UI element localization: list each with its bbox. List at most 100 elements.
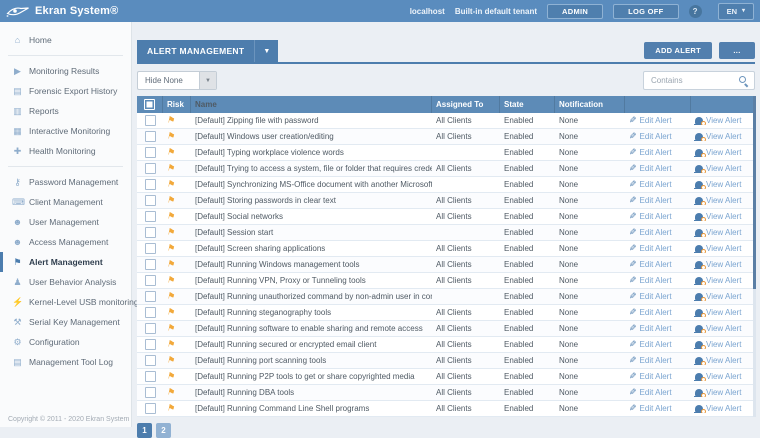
column-header-risk[interactable]: Risk: [163, 96, 191, 113]
edit-alert-link[interactable]: ✎Edit Alert: [629, 324, 687, 333]
column-header-assigned-to[interactable]: Assigned To: [432, 96, 500, 113]
view-alert-link[interactable]: View Alert: [695, 324, 751, 333]
row-checkbox[interactable]: [145, 371, 156, 382]
logoff-button[interactable]: LOG OFF: [613, 4, 678, 19]
row-checkbox[interactable]: [145, 163, 156, 174]
edit-alert-link[interactable]: ✎Edit Alert: [629, 260, 687, 269]
alert-management-tab[interactable]: ALERT MANAGEMENT ▼: [137, 40, 278, 62]
view-alert-link[interactable]: View Alert: [695, 164, 751, 173]
help-icon[interactable]: ?: [689, 5, 702, 18]
row-checkbox[interactable]: [145, 355, 156, 366]
sidebar-item-kernel-level-usb-monitoring[interactable]: ⚡Kernel-Level USB monitoring: [0, 292, 131, 312]
row-checkbox[interactable]: [145, 403, 156, 414]
row-checkbox-cell: [137, 179, 163, 190]
sidebar-item-password-management[interactable]: ⚷Password Management: [0, 172, 131, 192]
edit-alert-link[interactable]: ✎Edit Alert: [629, 212, 687, 221]
row-checkbox[interactable]: [145, 243, 156, 254]
edit-alert-link[interactable]: ✎Edit Alert: [629, 340, 687, 349]
search-input[interactable]: [649, 75, 738, 86]
sidebar-item-serial-key-management[interactable]: ⚒Serial Key Management: [0, 312, 131, 332]
sidebar-item-management-tool-log[interactable]: ▤Management Tool Log: [0, 352, 131, 372]
select-all-checkbox[interactable]: [144, 99, 155, 110]
admin-button[interactable]: ADMIN: [547, 4, 603, 19]
view-alert-link[interactable]: View Alert: [695, 356, 751, 365]
view-alert-link[interactable]: View Alert: [695, 404, 751, 413]
view-alert-link[interactable]: View Alert: [695, 244, 751, 253]
sidebar-item-alert-management[interactable]: ⚑Alert Management: [0, 252, 131, 272]
sidebar-item-forensic-export-history[interactable]: ▤Forensic Export History: [0, 81, 131, 101]
view-alert-link[interactable]: View Alert: [695, 116, 751, 125]
row-checkbox[interactable]: [145, 259, 156, 270]
view-alert-link[interactable]: View Alert: [695, 148, 751, 157]
edit-alert-link[interactable]: ✎Edit Alert: [629, 356, 687, 365]
row-checkbox[interactable]: [145, 147, 156, 158]
edit-alert-link[interactable]: ✎Edit Alert: [629, 180, 687, 189]
view-alert-link[interactable]: View Alert: [695, 260, 751, 269]
edit-alert-link[interactable]: ✎Edit Alert: [629, 404, 687, 413]
reports-icon: ▥: [12, 106, 23, 117]
view-alert-link[interactable]: View Alert: [695, 196, 751, 205]
edit-alert-link[interactable]: ✎Edit Alert: [629, 244, 687, 253]
row-checkbox[interactable]: [145, 211, 156, 222]
edit-alert-link[interactable]: ✎Edit Alert: [629, 292, 687, 301]
column-header-state[interactable]: State: [500, 96, 555, 113]
edit-alert-link[interactable]: ✎Edit Alert: [629, 308, 687, 317]
row-checkbox[interactable]: [145, 195, 156, 206]
add-alert-button[interactable]: ADD ALERT: [644, 42, 712, 59]
row-checkbox[interactable]: [145, 115, 156, 126]
notification-value: None: [555, 148, 625, 157]
sidebar-item-monitoring-results[interactable]: ▶Monitoring Results: [0, 61, 131, 81]
column-header-notification[interactable]: Notification: [555, 96, 625, 113]
view-alert-link[interactable]: View Alert: [695, 180, 751, 189]
page-number-2[interactable]: 2: [156, 423, 171, 438]
row-checkbox[interactable]: [145, 131, 156, 142]
edit-alert-link[interactable]: ✎Edit Alert: [629, 196, 687, 205]
table-scrollbar[interactable]: [753, 96, 756, 417]
table-row: ⚑[Default] Running P2P tools to get or s…: [137, 369, 755, 385]
row-checkbox[interactable]: [145, 307, 156, 318]
view-alert-link[interactable]: View Alert: [695, 212, 751, 221]
language-selector[interactable]: EN ▾: [718, 3, 754, 20]
edit-alert-link[interactable]: ✎Edit Alert: [629, 148, 687, 157]
view-alert-link[interactable]: View Alert: [695, 388, 751, 397]
column-header-name[interactable]: Name: [191, 96, 432, 113]
sidebar-item-configuration[interactable]: ⚙Configuration: [0, 332, 131, 352]
view-alert-link[interactable]: View Alert: [695, 228, 751, 237]
assigned-to-value: All Clients: [432, 132, 500, 141]
alert-management-icon: ⚑: [12, 257, 23, 268]
sidebar-item-client-management[interactable]: ⌨Client Management: [0, 192, 131, 212]
edit-alert-link[interactable]: ✎Edit Alert: [629, 164, 687, 173]
row-checkbox[interactable]: [145, 323, 156, 334]
page-number-1[interactable]: 1: [137, 423, 152, 438]
row-checkbox[interactable]: [145, 291, 156, 302]
view-alert-link[interactable]: View Alert: [695, 372, 751, 381]
more-actions-button[interactable]: ...: [719, 42, 755, 59]
edit-alert-link[interactable]: ✎Edit Alert: [629, 228, 687, 237]
edit-alert-link[interactable]: ✎Edit Alert: [629, 132, 687, 141]
sidebar-item-access-management[interactable]: ☻Access Management: [0, 232, 131, 252]
sidebar-item-home[interactable]: ⌂Home: [0, 30, 131, 50]
view-alert-link[interactable]: View Alert: [695, 292, 751, 301]
sidebar-item-user-management[interactable]: ☻User Management: [0, 212, 131, 232]
view-alert-link[interactable]: View Alert: [695, 308, 751, 317]
row-checkbox[interactable]: [145, 275, 156, 286]
sidebar-item-user-behavior-analysis[interactable]: ♟User Behavior Analysis: [0, 272, 131, 292]
edit-alert-link[interactable]: ✎Edit Alert: [629, 116, 687, 125]
sidebar-item-interactive-monitoring[interactable]: ▦Interactive Monitoring: [0, 121, 131, 141]
edit-alert-link[interactable]: ✎Edit Alert: [629, 388, 687, 397]
chevron-down-icon[interactable]: ▼: [254, 40, 278, 62]
view-alert-link[interactable]: View Alert: [695, 340, 751, 349]
edit-alert-link[interactable]: ✎Edit Alert: [629, 276, 687, 285]
row-checkbox[interactable]: [145, 339, 156, 350]
chevron-down-icon[interactable]: ▼: [199, 72, 216, 89]
row-checkbox[interactable]: [145, 179, 156, 190]
sidebar-item-reports[interactable]: ▥Reports: [0, 101, 131, 121]
search-icon[interactable]: [738, 75, 749, 86]
sidebar-item-health-monitoring[interactable]: ✚Health Monitoring: [0, 141, 131, 161]
view-alert-link[interactable]: View Alert: [695, 132, 751, 141]
row-checkbox[interactable]: [145, 227, 156, 238]
view-alert-link[interactable]: View Alert: [695, 276, 751, 285]
edit-alert-link[interactable]: ✎Edit Alert: [629, 372, 687, 381]
row-checkbox[interactable]: [145, 387, 156, 398]
hide-filter-select[interactable]: Hide None ▼: [137, 71, 217, 90]
